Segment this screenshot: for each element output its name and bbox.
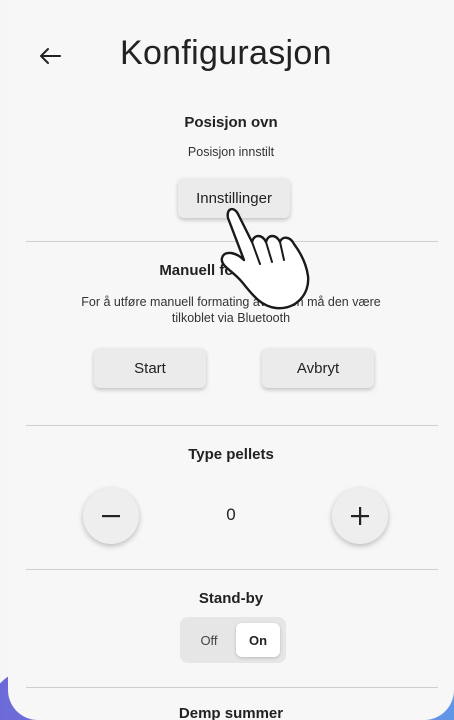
back-button[interactable]	[30, 36, 70, 76]
standby-toggle[interactable]: Off On	[180, 617, 286, 663]
app-screen: Konfigurasjon Posisjon ovn Posisjon inns…	[0, 0, 454, 720]
pellets-section-title: Type pellets	[188, 446, 274, 463]
header: Konfigurasjon	[8, 0, 454, 100]
position-status: Posisjon innstilt	[187, 145, 275, 159]
manual-description-line2: tilkoblet via Bluetooth	[171, 311, 291, 325]
standby-off-option[interactable]: Off	[186, 623, 232, 657]
standby-section-title: Stand-by	[198, 590, 264, 607]
divider	[26, 425, 438, 426]
manual-section-title-wrap: Manuell formatering	[8, 262, 454, 279]
manual-description: For å utføre manuell formating av ovnen …	[8, 294, 454, 326]
start-button[interactable]: Start	[94, 348, 206, 388]
decrement-button[interactable]	[83, 488, 139, 544]
minus-icon	[102, 515, 120, 518]
standby-section-title-wrap: Stand-by	[8, 590, 454, 607]
config-panel: Konfigurasjon Posisjon ovn Posisjon inns…	[8, 0, 454, 720]
cancel-button[interactable]: Avbryt	[262, 348, 374, 388]
page-title: Konfigurasjon	[120, 34, 332, 72]
cancel-button-label: Avbryt	[296, 359, 340, 377]
settings-button-label: Innstillinger	[196, 189, 272, 207]
next-section-title-wrap: Demp summer	[8, 705, 454, 720]
manual-section-title: Manuell formatering	[159, 262, 303, 279]
increment-button[interactable]	[332, 488, 388, 544]
manual-description-line1: For å utføre manuell formating av ovnen …	[81, 295, 381, 309]
pellets-section-title-wrap: Type pellets	[8, 446, 454, 463]
start-button-label: Start	[134, 359, 166, 377]
divider	[26, 241, 438, 242]
position-status-wrap: Posisjon innstilt	[8, 144, 454, 160]
plus-icon	[351, 507, 369, 525]
position-section-title-wrap: Posisjon ovn	[8, 114, 454, 131]
arrow-left-icon	[40, 48, 61, 64]
settings-button[interactable]: Innstillinger	[178, 178, 290, 218]
standby-on-option[interactable]: On	[236, 623, 280, 657]
position-section-title: Posisjon ovn	[184, 114, 278, 131]
divider	[26, 569, 438, 570]
divider	[26, 687, 438, 688]
mute-buzzer-section-title: Demp summer	[178, 705, 284, 720]
pellet-type-value: 0	[226, 505, 236, 524]
